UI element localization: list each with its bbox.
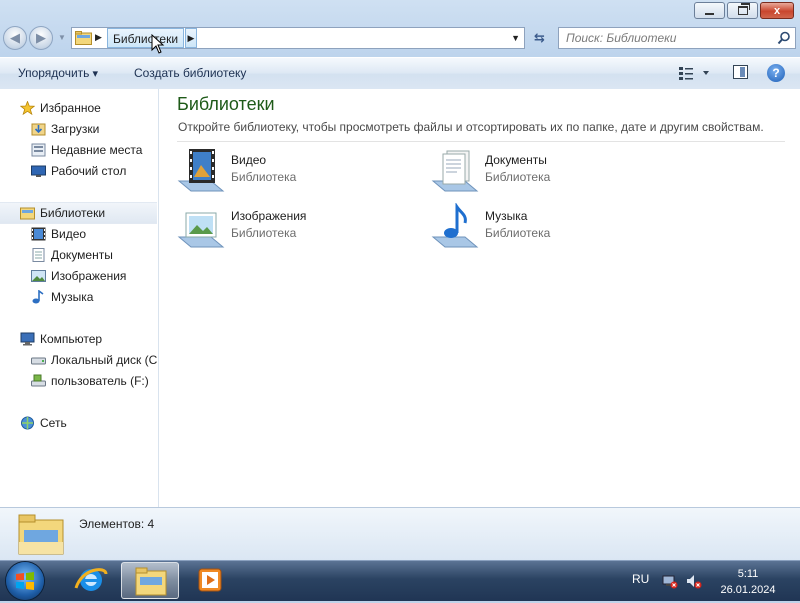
recent-places-icon xyxy=(31,143,46,157)
network-icon xyxy=(21,416,34,430)
music-icon xyxy=(32,290,44,304)
explorer-folder-icon xyxy=(135,567,167,596)
arrow-left-icon: ◀ xyxy=(10,30,20,45)
nav-local-disk-label: Локальный диск (C xyxy=(51,353,158,367)
hard-drive-icon xyxy=(31,357,46,365)
library-name: Музыка xyxy=(485,209,528,223)
video-library-icon xyxy=(177,149,225,192)
volume-muted-icon[interactable] xyxy=(686,573,702,589)
arrow-right-icon: ▶ xyxy=(36,30,46,45)
nav-user-drive-label: пользователь (F:) xyxy=(51,374,149,388)
windows-logo-icon xyxy=(16,572,34,590)
taskbar-media-player[interactable] xyxy=(181,562,239,599)
address-bar[interactable]: ▶ Библиотеки ▶ ▼ xyxy=(71,27,525,49)
desktop-icon xyxy=(31,165,46,177)
pictures-library-icon xyxy=(177,212,225,248)
documents-library-icon xyxy=(431,150,479,192)
restore-button[interactable] xyxy=(727,2,758,19)
library-name: Изображения xyxy=(231,209,307,223)
breadcrumb-chevron-icon[interactable]: ▶ xyxy=(185,28,197,48)
page-title: Библиотеки xyxy=(177,94,275,114)
internet-explorer-icon xyxy=(74,568,108,591)
minimize-icon xyxy=(705,12,714,15)
library-kind: Библиотека xyxy=(485,170,551,184)
computer-icon xyxy=(20,332,35,346)
documents-icon xyxy=(32,248,45,262)
content-pane: Библиотеки Откройте библиотеку, чтобы пр… xyxy=(159,89,800,507)
back-button[interactable]: ◀ xyxy=(3,26,27,50)
breadcrumb-libraries[interactable]: Библиотеки xyxy=(107,28,185,48)
refresh-icon: ⇆ xyxy=(534,30,545,45)
nav-computer-label: Компьютер xyxy=(40,332,103,346)
close-button[interactable]: x xyxy=(760,2,794,19)
search-icon[interactable] xyxy=(777,31,791,45)
taskbar-internet-explorer[interactable] xyxy=(62,562,120,599)
nav-downloads-label: Загрузки xyxy=(51,122,100,136)
media-player-icon xyxy=(198,568,222,592)
video-icon xyxy=(31,227,46,241)
library-tile-video[interactable]: Видео Библиотека xyxy=(177,147,417,197)
address-history-dropdown[interactable]: ▼ xyxy=(511,33,520,43)
nav-libraries-label: Библиотеки xyxy=(40,206,106,220)
details-pane: Элементов: 4 xyxy=(0,507,800,561)
restore-icon xyxy=(737,3,750,15)
help-icon[interactable]: ? xyxy=(767,64,785,82)
nav-documents-label: Документы xyxy=(51,248,113,262)
music-library-icon xyxy=(431,203,479,248)
breadcrumb-separator-icon[interactable]: ▶ xyxy=(95,32,102,43)
library-kind: Библиотека xyxy=(485,226,551,240)
libraries-folder-icon xyxy=(18,514,64,555)
network-drive-icon xyxy=(31,374,46,387)
search-input[interactable]: Поиск: Библиотеки xyxy=(558,27,796,49)
search-placeholder: Поиск: Библиотеки xyxy=(566,31,677,45)
system-clock[interactable]: 5:11 26.01.2024 xyxy=(712,566,784,598)
change-view-icon[interactable] xyxy=(678,65,710,81)
network-status-icon[interactable] xyxy=(662,573,678,589)
library-tile-pictures[interactable]: Изображения Библиотека xyxy=(177,203,417,253)
start-button[interactable] xyxy=(6,562,44,600)
mouse-cursor-icon xyxy=(151,34,165,54)
navigation-pane: Избранное Загрузки Недавние места Рабочи… xyxy=(0,89,159,507)
clock-time: 5:11 xyxy=(737,568,759,580)
window-controls: x xyxy=(694,2,794,19)
downloads-icon xyxy=(31,123,46,136)
library-name: Видео xyxy=(231,153,267,167)
refresh-button[interactable]: ⇆ xyxy=(527,27,552,49)
organize-menu-button[interactable]: Упорядочить xyxy=(18,66,98,80)
nav-network-label: Сеть xyxy=(40,416,67,430)
libraries-folder-icon xyxy=(75,31,92,45)
command-bar: Упорядочить Создать библиотеку ? xyxy=(0,57,800,90)
nav-libraries[interactable]: Библиотеки xyxy=(0,202,157,224)
nav-recent-places-label: Недавние места xyxy=(51,143,143,157)
items-count: Элементов: 4 xyxy=(79,517,155,531)
preview-pane-icon[interactable] xyxy=(733,65,748,79)
page-subtitle: Откройте библиотеку, чтобы просмотреть ф… xyxy=(178,120,764,134)
new-library-button[interactable]: Создать библиотеку xyxy=(134,66,246,80)
library-tile-music[interactable]: Музыка Библиотека xyxy=(431,203,671,253)
navigation-row: ◀ ▶ ▼ ▶ Библиотеки ▶ ▼ ⇆ Поиск: Библиоте… xyxy=(0,24,800,54)
library-name: Документы xyxy=(485,153,547,167)
library-tile-documents[interactable]: Документы Библиотека xyxy=(431,147,671,197)
nav-music-label: Музыка xyxy=(51,290,94,304)
taskbar: RU 5:11 26.01.2024 xyxy=(0,560,800,601)
nav-pictures-label: Изображения xyxy=(51,269,127,283)
nav-favorites-label: Избранное xyxy=(40,101,101,115)
star-icon xyxy=(20,101,35,115)
nav-video-label: Видео xyxy=(51,227,87,241)
library-kind: Библиотека xyxy=(231,170,297,184)
forward-button[interactable]: ▶ xyxy=(29,26,53,50)
libraries-icon xyxy=(20,207,35,220)
recent-pages-dropdown[interactable]: ▼ xyxy=(58,33,66,42)
language-indicator[interactable]: RU xyxy=(632,572,649,586)
explorer-window: x ◀ ▶ ▼ ▶ Библиотеки ▶ ▼ ⇆ Поиск: Библио… xyxy=(0,0,800,561)
minimize-button[interactable] xyxy=(694,2,725,19)
pictures-icon xyxy=(31,270,46,282)
nav-desktop-label: Рабочий стол xyxy=(51,164,127,178)
library-kind: Библиотека xyxy=(231,226,297,240)
clock-date: 26.01.2024 xyxy=(720,584,776,596)
header-divider xyxy=(177,141,785,142)
taskbar-explorer[interactable] xyxy=(121,562,179,599)
